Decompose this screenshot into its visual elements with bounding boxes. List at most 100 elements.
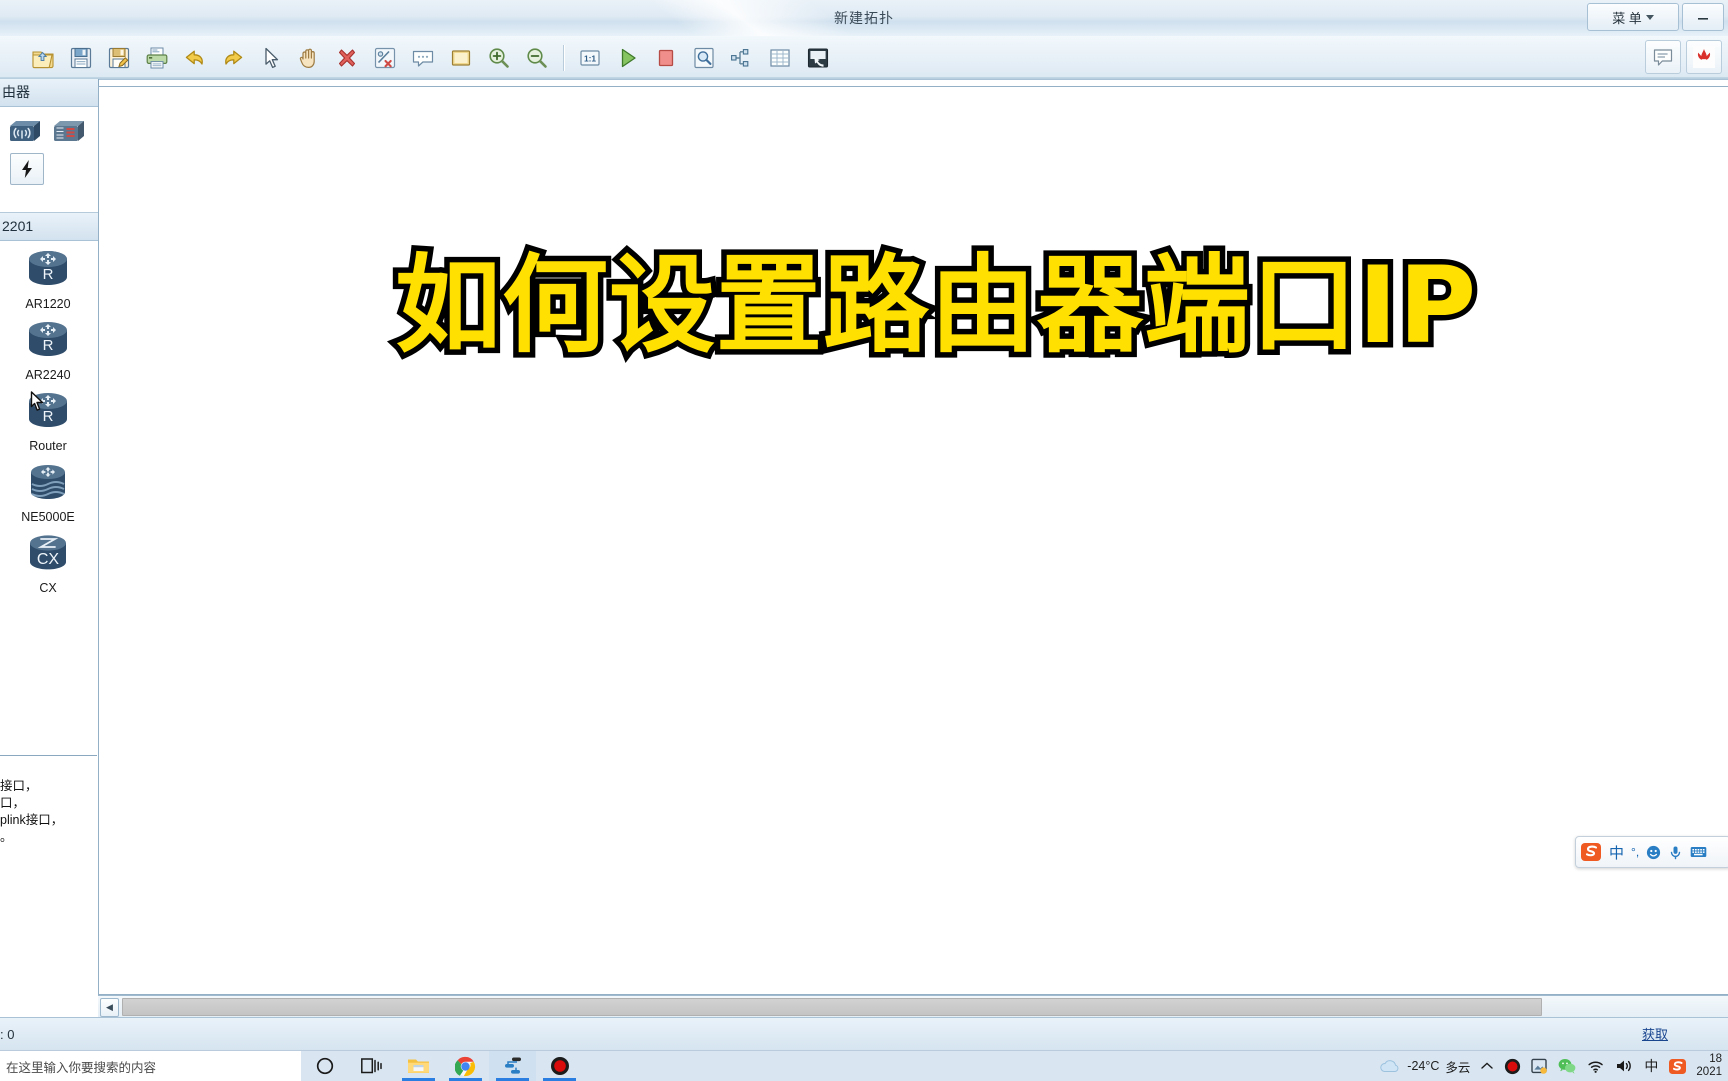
window-controls: 菜 单 [1587,3,1724,31]
device-router[interactable]: R Router [0,389,96,453]
save-icon[interactable] [62,40,100,76]
device-label: AR1220 [25,297,70,311]
link-device-icon[interactable] [10,153,44,185]
chevron-left-icon[interactable]: ◀ [100,998,119,1017]
delete-icon[interactable] [328,40,366,76]
open-icon[interactable] [24,40,62,76]
minimize-button[interactable] [1682,3,1724,31]
scrollbar-thumb[interactable] [122,998,1542,1016]
device-panel-icon[interactable] [50,115,88,149]
wechat-tray-icon[interactable] [1553,1051,1581,1081]
screenshot-tray-icon[interactable] [1526,1051,1553,1081]
windows-taskbar: 在这里输入你要搜索的内容 [0,1050,1728,1081]
sogou-tray-icon[interactable] [1663,1051,1692,1081]
note-icon[interactable] [404,40,442,76]
zoom-in-icon[interactable] [480,40,518,76]
undo-icon[interactable] [176,40,214,76]
keyboard-icon[interactable] [1690,845,1707,859]
svg-text:R: R [43,266,54,283]
menu-button[interactable]: 菜 单 [1587,3,1679,31]
device-cx[interactable]: CX CX [0,531,96,595]
capture-icon[interactable] [685,40,723,76]
router-icon: R [22,318,74,366]
huawei-logo-icon[interactable] [1686,40,1722,74]
topology-canvas-container[interactable]: 如何设置路由器端口IP [98,86,1728,995]
ensp-application-window: 新建拓扑 菜 单 [0,0,1728,1080]
print-icon[interactable] [138,40,176,76]
video-overlay-title: 如何设置路由器端口IP [395,247,1477,366]
description-line: 。 [0,829,97,846]
device-ar2240[interactable]: R AR2240 [0,318,96,382]
search-placeholder: 在这里输入你要搜索的内容 [6,1057,156,1076]
sidebar-type-icons [0,107,98,153]
volume-tray-icon[interactable] [1610,1051,1639,1081]
delete-link-icon[interactable] [366,40,404,76]
grid-icon[interactable] [761,40,799,76]
stop-device-icon[interactable] [647,40,685,76]
topology-canvas[interactable]: 如何设置路由器端口IP [99,87,1728,994]
chevron-up-icon[interactable] [1475,1051,1499,1081]
file-explorer-icon[interactable] [395,1051,442,1081]
cortana-icon[interactable] [301,1051,348,1081]
redo-icon[interactable] [214,40,252,76]
microphone-icon[interactable] [1668,845,1683,860]
ne-router-icon [22,460,74,508]
svg-text:1:1: 1:1 [584,53,596,63]
toolbar-group-file-edit: 1:1 [24,36,837,79]
hand-icon[interactable] [290,40,328,76]
canvas-horizontal-scrollbar[interactable]: ◀ [98,995,1728,1018]
taskbar-clock[interactable]: 18 2021 [1692,1053,1728,1079]
device-description-panel: 接口， 口， plink接口， 。 [0,755,97,1040]
sidebar-header: 由器 [0,79,98,107]
sidebar-top-icons-section [0,107,98,213]
save-as-icon[interactable] [100,40,138,76]
zoom-reset-icon[interactable]: 1:1 [571,40,609,76]
shape-icon[interactable] [442,40,480,76]
start-device-icon[interactable] [609,40,647,76]
cloud-icon [1378,1058,1402,1075]
clock-time: 18 [1696,1053,1722,1066]
weather-widget[interactable]: -24°C 多云 [1373,1051,1475,1081]
device-ne5000e[interactable]: NE5000E [0,460,96,524]
window-titlebar: 新建拓扑 菜 单 [0,0,1728,37]
taskbar-app-icons [301,1051,583,1081]
recorder-tray-icon[interactable] [1499,1051,1526,1081]
topology-tree-icon[interactable] [723,40,761,76]
device-list: R AR1220 R AR2240 [0,241,98,610]
recorder-icon[interactable] [536,1051,583,1081]
ensp-icon[interactable] [489,1051,536,1081]
task-view-icon[interactable] [348,1051,395,1081]
chrome-icon[interactable] [442,1051,489,1081]
status-bar: : 0 获取 [0,1017,1728,1051]
smiley-icon[interactable] [1646,845,1661,860]
restore-icon[interactable] [799,40,837,76]
menu-button-label: 菜 单 [1612,8,1642,27]
taskbar-search-input[interactable]: 在这里输入你要搜索的内容 [0,1051,301,1081]
wireless-device-icon[interactable] [6,115,44,149]
wifi-tray-icon[interactable] [1581,1051,1610,1081]
svg-text:CX: CX [37,551,60,568]
sidebar-category-header: 2201 [0,213,98,241]
ime-mode-label[interactable]: 中 [1609,842,1624,863]
pointer-icon[interactable] [252,40,290,76]
zoom-out-icon[interactable] [518,40,556,76]
device-label: AR2240 [25,368,70,382]
sogou-logo-icon[interactable] [1580,841,1602,863]
status-right-link[interactable]: 获取 [1642,1018,1724,1051]
device-ar1220[interactable]: R AR1220 [0,247,96,311]
speech-bubble-icon[interactable] [1645,40,1681,74]
ime-punctuation-label[interactable]: °, [1631,845,1639,859]
ime-tray-icon[interactable]: 中 [1639,1051,1663,1081]
router-icon: R [22,247,74,295]
description-line: 接口， [0,778,97,795]
device-label: NE5000E [21,510,75,524]
weather-temperature: -24°C [1407,1059,1439,1073]
sogou-ime-toolbar[interactable]: 中 °, [1575,836,1728,868]
weather-condition: 多云 [1445,1057,1470,1076]
clock-date: 2021 [1696,1066,1722,1079]
system-tray: -24°C 多云 [1373,1051,1728,1081]
sidebar-link-row [0,153,98,185]
device-sidebar: 由器 [0,79,99,1017]
description-line: plink接口， [0,812,97,829]
mouse-cursor-icon [30,391,48,415]
